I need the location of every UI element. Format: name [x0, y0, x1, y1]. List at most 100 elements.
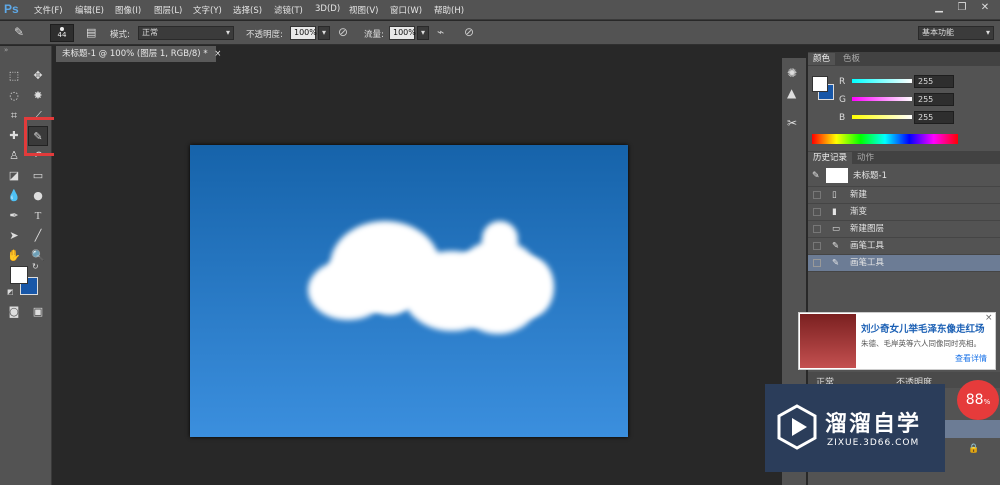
navigator-icon[interactable]: ✺ — [787, 66, 797, 80]
progress-badge[interactable]: 88% — [957, 380, 999, 420]
history-source-box[interactable] — [813, 191, 821, 199]
mode-label: 模式: — [110, 30, 130, 40]
history-item[interactable]: ▭ 新建图层 — [808, 221, 1000, 238]
blur-tool-icon[interactable]: 💧 — [4, 186, 24, 206]
history-item[interactable]: ▯ 新建 — [808, 187, 1000, 204]
brush-size-picker[interactable]: 44 — [50, 24, 74, 42]
magic-wand-tool-icon[interactable]: ✸ — [28, 86, 48, 106]
b-input[interactable]: 255 — [914, 111, 954, 124]
badge-value: 88 — [965, 392, 984, 408]
b-slider[interactable] — [852, 115, 912, 119]
line-tool-icon[interactable]: ╱ — [28, 226, 48, 246]
ad-popup[interactable]: 刘少奇女儿举毛泽东像走红场 朱德、毛岸英等六人同像同时亮相。 查看详情 × — [798, 312, 996, 370]
menu-filter[interactable]: 滤镜(T) — [274, 4, 303, 16]
history-item-selected[interactable]: ✎ 画笔工具 — [808, 255, 1000, 272]
brush-preset-icon[interactable]: ✎ — [14, 25, 24, 39]
menu-3d[interactable]: 3D(D) — [315, 4, 340, 14]
snapshot-label: 未标题-1 — [853, 171, 887, 181]
ad-link[interactable]: 查看详情 — [955, 353, 987, 364]
menu-view[interactable]: 视图(V) — [349, 4, 378, 16]
screen-mode-icon[interactable]: ▣ — [28, 302, 48, 322]
menu-window[interactable]: 窗口(W) — [390, 4, 422, 16]
menu-image[interactable]: 图像(I) — [115, 4, 141, 16]
r-input[interactable]: 255 — [914, 75, 954, 88]
menu-file[interactable]: 文件(F) — [34, 4, 63, 16]
panel-fg-swatch[interactable] — [812, 76, 828, 92]
cloud-shape — [508, 257, 554, 317]
type-tool-icon[interactable]: T — [28, 206, 48, 226]
menu-layer[interactable]: 图层(L) — [154, 4, 182, 16]
close-tab-icon[interactable]: × — [214, 49, 221, 59]
menu-edit[interactable]: 编辑(E) — [75, 4, 104, 16]
r-slider[interactable] — [852, 79, 912, 83]
g-slider[interactable] — [852, 97, 912, 101]
pressure-opacity-icon[interactable]: ⊘ — [338, 25, 348, 39]
swap-colors-icon[interactable]: ↻ — [32, 262, 39, 271]
cloud-shape — [482, 221, 518, 257]
ad-subtitle: 朱德、毛岸英等六人同像同时亮相。 — [861, 339, 981, 348]
badge-unit: % — [983, 398, 991, 406]
flow-dropdown[interactable]: ▾ — [417, 26, 429, 40]
menu-type[interactable]: 文字(Y) — [193, 4, 222, 16]
app-logo: Ps — [4, 2, 19, 16]
collapse-icon[interactable]: » — [4, 46, 8, 54]
brand-name: 溜溜自学 — [825, 412, 922, 437]
opacity-dropdown[interactable]: ▾ — [318, 26, 330, 40]
brush-panel-icon[interactable]: ▤ — [86, 26, 96, 39]
history-source-box[interactable] — [813, 225, 821, 233]
close-button[interactable]: ✕ — [974, 0, 996, 16]
history-item[interactable]: ✎ 画笔工具 — [808, 238, 1000, 255]
lasso-tool-icon[interactable]: ◌ — [4, 86, 24, 106]
tab-swatches[interactable]: 色板 — [838, 53, 866, 65]
flow-label: 流量: — [364, 30, 384, 40]
quick-mask-icon[interactable]: ◙ — [4, 302, 24, 322]
spot-healing-tool-icon[interactable]: ✚ — [4, 126, 24, 146]
tab-history[interactable]: 历史记录 — [808, 152, 853, 164]
color-panel-tabs: 颜色 色板 — [808, 52, 1000, 66]
tools-preset-icon[interactable]: ✂ — [787, 116, 797, 130]
history-source-box[interactable] — [813, 242, 821, 250]
foreground-color-swatch[interactable] — [10, 266, 28, 284]
move-tool-icon[interactable]: ✥ — [28, 66, 48, 86]
eraser-tool-icon[interactable]: ◪ — [4, 166, 24, 186]
path-selection-tool-icon[interactable]: ➤ — [4, 226, 24, 246]
history-item-label: 画笔工具 — [850, 258, 885, 268]
tab-actions[interactable]: 动作 — [852, 152, 880, 164]
minimize-button[interactable]: ▁ — [928, 0, 950, 16]
brand-url: ZIXUE.3D66.COM — [827, 438, 920, 448]
history-source-box[interactable] — [813, 208, 821, 216]
histogram-icon[interactable]: ▲ — [787, 86, 796, 100]
history-brush-source-icon[interactable]: ✎ — [812, 165, 820, 187]
dodge-tool-icon[interactable]: ● — [28, 186, 48, 206]
crop-tool-icon[interactable]: ⌗ — [4, 106, 24, 126]
history-source-box[interactable] — [813, 259, 821, 267]
gradient-tool-icon[interactable]: ▭ — [28, 166, 48, 186]
opacity-input[interactable]: 100% — [290, 26, 317, 40]
clone-stamp-tool-icon[interactable]: ♙ — [4, 146, 24, 166]
pen-tool-icon[interactable]: ✒ — [4, 206, 24, 226]
flow-input[interactable]: 100% — [389, 26, 416, 40]
menu-select[interactable]: 选择(S) — [233, 4, 262, 16]
history-snapshot[interactable]: ✎ 未标题-1 — [808, 165, 1000, 187]
canvas[interactable] — [190, 145, 628, 437]
ad-close-icon[interactable]: × — [985, 313, 993, 323]
hand-tool-icon[interactable]: ✋ — [4, 246, 24, 266]
ad-title[interactable]: 刘少奇女儿举毛泽东像走红场 — [861, 321, 985, 335]
tab-color[interactable]: 颜色 — [808, 53, 836, 65]
brand-watermark: 溜溜自学 ZIXUE.3D66.COM — [765, 384, 945, 472]
marquee-tool-icon[interactable]: ⬚ — [4, 66, 24, 86]
default-colors-icon[interactable]: ◩ — [7, 288, 14, 296]
airbrush-icon[interactable]: ⌁ — [437, 25, 444, 39]
mode-select[interactable]: 正常 ▾ — [138, 26, 234, 40]
brush-step-icon: ✎ — [832, 241, 840, 251]
history-item-label: 画笔工具 — [850, 241, 885, 251]
g-input[interactable]: 255 — [914, 93, 954, 106]
document-tab[interactable]: 未标题-1 @ 100% (图层 1, RGB/8) * × — [56, 46, 221, 62]
menu-help[interactable]: 帮助(H) — [434, 4, 464, 16]
workspace-select[interactable]: 基本功能 ▾ — [918, 26, 994, 40]
restore-button[interactable]: ❐ — [951, 0, 973, 16]
b-label: B — [839, 113, 846, 123]
history-item[interactable]: ▮ 渐变 — [808, 204, 1000, 221]
color-spectrum[interactable] — [812, 134, 958, 144]
pressure-size-icon[interactable]: ⊘ — [464, 25, 474, 39]
